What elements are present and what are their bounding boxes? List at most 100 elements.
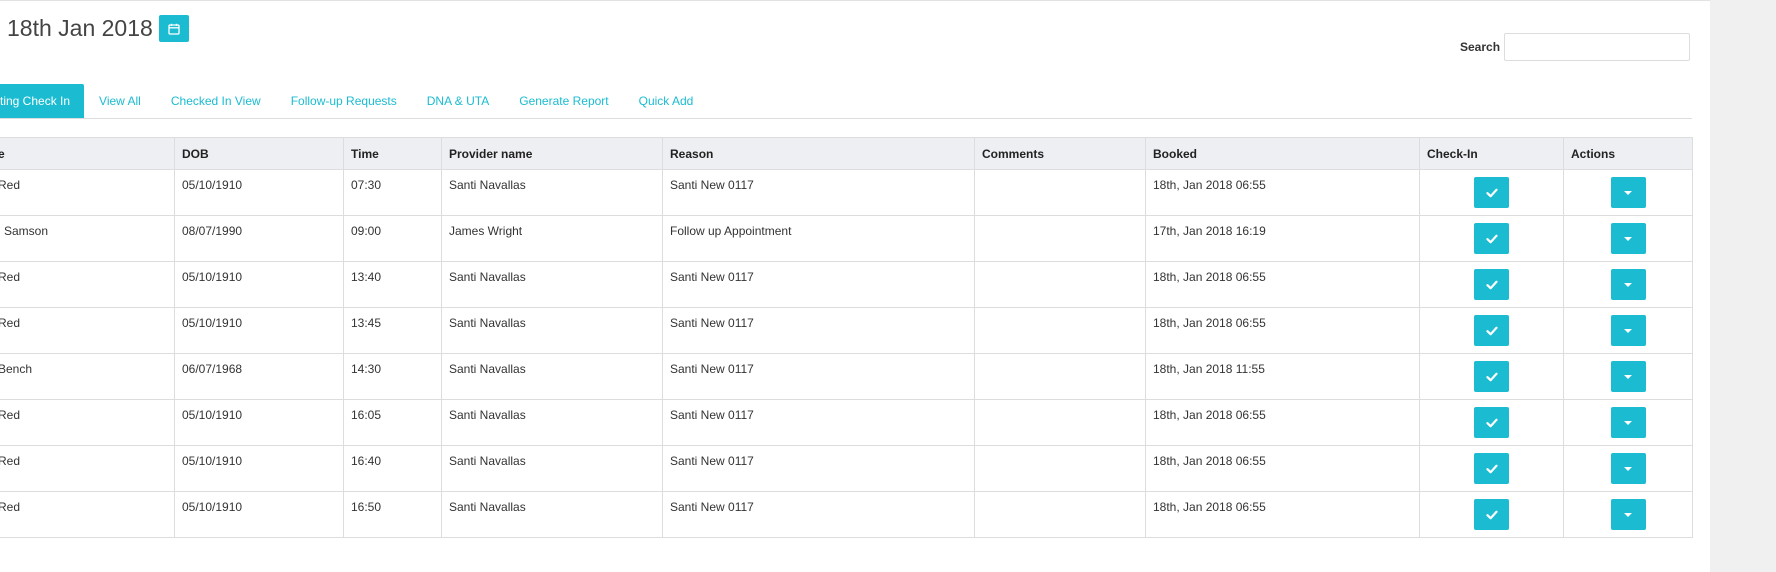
actions-dropdown-button[interactable]	[1610, 269, 1646, 300]
calendar-icon	[168, 23, 180, 35]
cell-dob-text: 05/10/1910	[182, 408, 243, 422]
caret-down-icon	[1624, 236, 1632, 241]
cell-comments-text	[982, 493, 1138, 501]
cell-provider: Santi Navallas	[441, 169, 663, 216]
check-in-button[interactable]	[1474, 453, 1509, 484]
search-area: Search	[1460, 33, 1691, 61]
cell-reason-text: Santi New 0117	[670, 316, 754, 330]
cell-comments-text	[982, 309, 1138, 317]
cell-dob-text: 06/07/1968	[182, 362, 243, 376]
check-in-button[interactable]	[1474, 407, 1509, 438]
cell-booked-text: 17th, Jan 2018 16:19	[1153, 224, 1266, 238]
column-header-check-in: Check-In	[1419, 137, 1564, 170]
cell-provider: James Wright	[441, 215, 663, 262]
cell-time: 13:40	[343, 261, 442, 308]
cell-check-in	[1419, 399, 1564, 446]
cell-dob: 05/10/1910	[174, 491, 344, 538]
cell-booked-text: 18th, Jan 2018 06:55	[1153, 500, 1266, 514]
cell-dob: 05/10/1910	[174, 169, 344, 216]
cell-actions	[1563, 491, 1693, 538]
column-header-dob[interactable]: DOB	[174, 137, 344, 170]
cell-actions	[1563, 215, 1693, 262]
table-row: Red 05/10/1910 13:45 Santi Navallas Santi Ne…	[0, 307, 1693, 354]
check-in-button[interactable]	[1474, 361, 1509, 392]
cell-booked: 18th, Jan 2018 06:55	[1145, 261, 1420, 308]
page-title: 18th Jan 2018	[7, 15, 189, 42]
page-scrollbar[interactable]	[1710, 0, 1776, 571]
cell-booked: 18th, Jan 2018 11:55	[1145, 353, 1420, 400]
cell-dob-text: 08/07/1990	[182, 224, 243, 238]
cell-check-in	[1419, 261, 1564, 308]
check-in-button[interactable]	[1474, 223, 1509, 254]
column-header-name[interactable]: e	[0, 137, 175, 170]
tab-checked-in-view[interactable]: Checked In View	[156, 84, 276, 118]
check-icon	[1485, 234, 1498, 243]
check-in-button[interactable]	[1474, 177, 1509, 208]
check-in-button[interactable]	[1474, 315, 1509, 346]
table-row: l Samson 08/07/1990 09:00 James Wright Follo…	[0, 215, 1693, 262]
cell-actions	[1563, 445, 1693, 492]
column-header-reason[interactable]: Reason	[662, 137, 975, 170]
cell-dob-text: 05/10/1910	[182, 454, 243, 468]
actions-dropdown-button[interactable]	[1610, 315, 1646, 346]
cell-name: Red	[0, 399, 175, 446]
cell-actions	[1563, 399, 1693, 446]
column-header-actions: Actions	[1563, 137, 1693, 170]
calendar-button[interactable]	[158, 15, 189, 42]
column-header-booked[interactable]: Booked	[1145, 137, 1420, 170]
cell-provider-text: James Wright	[449, 224, 523, 238]
tab-generate-report[interactable]: Generate Report	[504, 84, 623, 118]
cell-reason: Santi New 0117	[662, 169, 975, 216]
cell-dob: 05/10/1910	[174, 399, 344, 446]
cell-reason: Santi New 0117	[662, 491, 975, 538]
cell-comments-text	[982, 447, 1138, 455]
cell-booked: 18th, Jan 2018 06:55	[1145, 491, 1420, 538]
cell-name: Red	[0, 261, 175, 308]
tab-quick-add[interactable]: Quick Add	[624, 84, 709, 118]
table-row: Red 05/10/1910 07:30 Santi Navallas Santi Ne…	[0, 169, 1693, 216]
cell-reason-text: Santi New 0117	[670, 408, 754, 422]
actions-dropdown-button[interactable]	[1610, 223, 1646, 254]
tab-dna-uta[interactable]: DNA & UTA	[412, 84, 504, 118]
cell-provider: Santi Navallas	[441, 445, 663, 492]
check-in-button[interactable]	[1474, 499, 1509, 530]
main-panel: 18th Jan 2018 Search ting Check In View …	[0, 0, 1710, 572]
cell-actions	[1563, 353, 1693, 400]
cell-time: 14:30	[343, 353, 442, 400]
cell-check-in	[1419, 353, 1564, 400]
cell-booked: 18th, Jan 2018 06:55	[1145, 445, 1420, 492]
caret-down-icon	[1624, 282, 1632, 287]
cell-dob-text: 05/10/1910	[182, 270, 243, 284]
cell-comments-text	[982, 171, 1138, 179]
cell-name-text: Red	[0, 270, 21, 284]
tab-follow-up-requests[interactable]: Follow-up Requests	[276, 84, 412, 118]
date-title: 18th Jan 2018	[7, 15, 153, 41]
table-header-row: e DOB Time Provider name Reason Comments…	[0, 137, 1693, 170]
cell-reason-text: Santi New 0117	[670, 454, 754, 468]
cell-dob: 05/10/1910	[174, 261, 344, 308]
cell-booked: 17th, Jan 2018 16:19	[1145, 215, 1420, 262]
cell-time-text: 09:00	[351, 224, 382, 238]
cell-reason-text: Santi New 0117	[670, 500, 754, 514]
search-input[interactable]	[1504, 33, 1691, 61]
actions-dropdown-button[interactable]	[1610, 407, 1646, 438]
cell-check-in	[1419, 169, 1564, 216]
cell-time: 16:05	[343, 399, 442, 446]
cell-name: Red	[0, 307, 175, 354]
check-in-button[interactable]	[1474, 269, 1509, 300]
cell-name-text: Red	[0, 500, 21, 514]
column-header-time[interactable]: Time	[343, 137, 442, 170]
cell-reason: Santi New 0117	[662, 353, 975, 400]
caret-down-icon	[1624, 512, 1632, 517]
tab-view-all[interactable]: View All	[84, 84, 156, 118]
column-header-provider[interactable]: Provider name	[441, 137, 663, 170]
actions-dropdown-button[interactable]	[1610, 453, 1646, 484]
tab-awaiting-check-in[interactable]: ting Check In	[0, 84, 85, 118]
cell-reason-text: Santi New 0117	[670, 178, 754, 192]
actions-dropdown-button[interactable]	[1610, 499, 1646, 530]
actions-dropdown-button[interactable]	[1610, 177, 1646, 208]
actions-dropdown-button[interactable]	[1610, 361, 1646, 392]
column-header-comments[interactable]: Comments	[974, 137, 1146, 170]
cell-provider-text: Santi Navallas	[449, 500, 526, 514]
cell-booked-text: 18th, Jan 2018 06:55	[1153, 454, 1266, 468]
